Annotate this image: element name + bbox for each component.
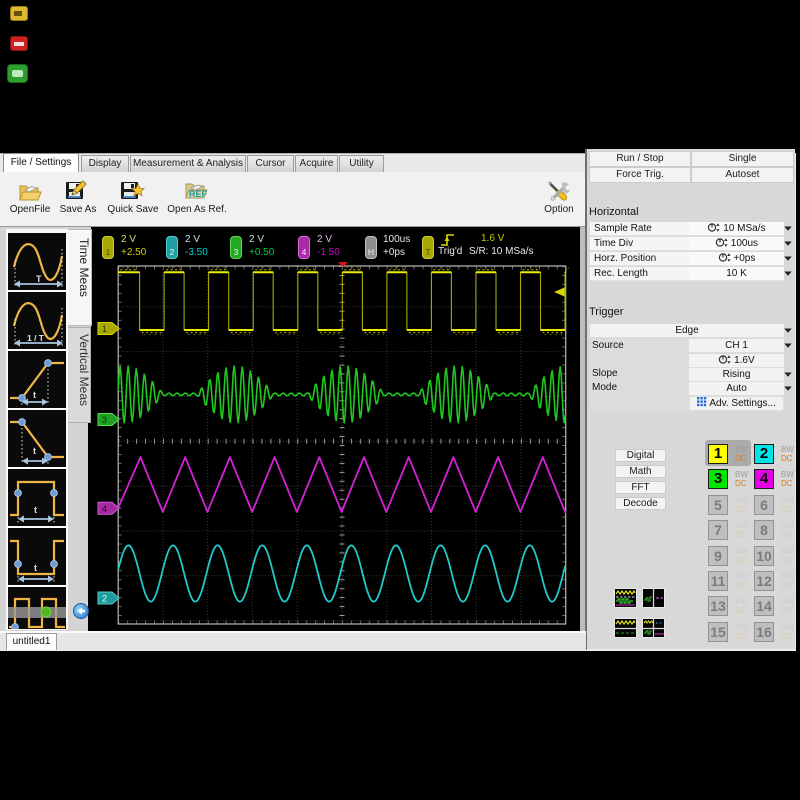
svg-text:t: t	[34, 563, 37, 573]
svg-text:t: t	[34, 505, 37, 515]
svg-text:4: 4	[102, 504, 107, 514]
svg-text:2: 2	[102, 594, 107, 604]
svg-text:t: t	[33, 390, 36, 400]
svg-text:1: 1	[102, 324, 107, 334]
svg-text:1 / T: 1 / T	[27, 333, 45, 343]
svg-text:T: T	[36, 274, 42, 284]
svg-text:t: t	[33, 446, 36, 456]
svg-text:REF: REF	[189, 189, 208, 199]
svg-text:3: 3	[102, 415, 107, 425]
